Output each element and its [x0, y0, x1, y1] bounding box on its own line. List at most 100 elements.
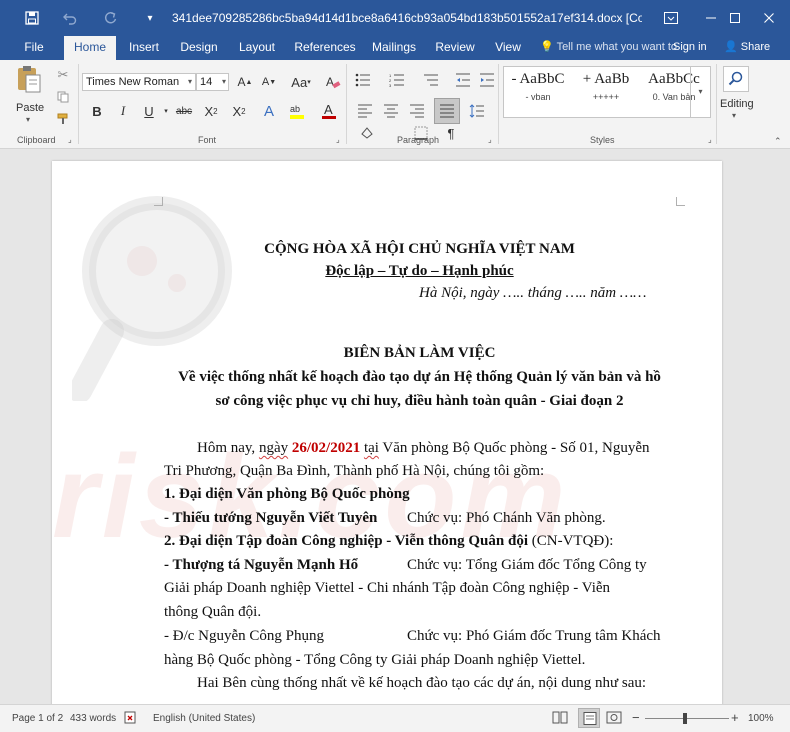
- tell-me-box[interactable]: 💡 Tell me what you want to: [540, 36, 677, 60]
- zoom-in-icon[interactable]: +: [731, 710, 739, 725]
- editing-button[interactable]: Editing: [720, 98, 754, 110]
- bold-icon[interactable]: B: [86, 100, 108, 122]
- strikethrough-icon[interactable]: abc: [170, 100, 198, 122]
- zoom-out-icon[interactable]: −: [632, 710, 640, 725]
- maximize-icon[interactable]: [718, 0, 752, 36]
- title-bar: ▾ 341dee709285286bc5ba94d14d1bce8a6416cb…: [0, 0, 790, 36]
- document-page[interactable]: risk.com CỘNG HÒA XÃ HỘI CHỦ NGHĨA VIỆT …: [52, 161, 722, 704]
- tab-home[interactable]: Home: [64, 36, 116, 60]
- doc-rep2-role: Chức vụ: Tổng Giám đốc Tổng Công ty: [407, 557, 647, 573]
- section-2-tail: (CN-VTQĐ):: [528, 533, 614, 549]
- clear-formatting-icon[interactable]: A: [322, 71, 344, 93]
- justify-icon[interactable]: [434, 98, 460, 124]
- doc-subtitle-line2: sơ công việc phục vụ chỉ huy, điều hành …: [215, 393, 624, 409]
- print-layout-icon[interactable]: [578, 708, 600, 728]
- align-right-icon[interactable]: [406, 100, 428, 122]
- sign-in-link[interactable]: Sign in: [673, 36, 707, 60]
- language-status[interactable]: English (United States): [153, 713, 255, 724]
- chevron-down-icon: ▾: [187, 77, 192, 86]
- read-mode-icon[interactable]: [552, 711, 568, 727]
- styles-more-icon[interactable]: ▾: [690, 66, 710, 118]
- grow-font-icon[interactable]: A ▲: [234, 71, 256, 93]
- font-size-select[interactable]: 14 ▾: [196, 73, 229, 91]
- bullets-icon[interactable]: [352, 69, 374, 91]
- align-left-icon[interactable]: [354, 100, 376, 122]
- styles-launcher-icon[interactable]: ⌟: [708, 135, 712, 144]
- cut-icon[interactable]: ✂: [52, 64, 74, 86]
- zoom-slider-thumb[interactable]: [683, 713, 687, 724]
- style-item[interactable]: - AaBbC - vban: [506, 71, 570, 102]
- doc-paragraph-agreement: Hai Bên cùng thống nhất về kế hoạch đào …: [197, 675, 647, 691]
- tab-review[interactable]: Review: [434, 36, 476, 60]
- multilevel-list-icon[interactable]: [420, 69, 442, 91]
- save-icon[interactable]: [18, 0, 46, 36]
- highlight-icon[interactable]: ab: [286, 100, 308, 122]
- tab-file[interactable]: File: [14, 36, 54, 60]
- text-effects-icon[interactable]: A: [258, 100, 280, 122]
- style-item[interactable]: + AaBb +++++: [574, 71, 638, 102]
- doc-header-line1: CỘNG HÒA XÃ HỘI CHỦ NGHĨA VIỆT NAM: [264, 241, 575, 257]
- redo-icon[interactable]: [96, 0, 124, 36]
- doc-place-date: Hà Nội, ngày ….. tháng ….. năm ……: [419, 285, 647, 301]
- font-group-label: Font: [198, 135, 217, 145]
- customize-qat-icon[interactable]: ▾: [136, 0, 164, 36]
- chevron-down-icon: ▾: [221, 77, 226, 86]
- svg-text:A: A: [324, 102, 333, 117]
- proofing-icon[interactable]: [124, 711, 138, 727]
- superscript-icon[interactable]: X2: [228, 100, 250, 122]
- font-launcher-icon[interactable]: ⌟: [336, 135, 340, 144]
- change-case-icon[interactable]: Aa ▾: [288, 71, 314, 93]
- zoom-slider-track[interactable]: [645, 718, 729, 719]
- tab-insert[interactable]: Insert: [122, 36, 166, 60]
- tab-mailings[interactable]: Mailings: [368, 36, 420, 60]
- ribbon-tabs: File Home Insert Design Layout Reference…: [0, 36, 790, 60]
- status-bar: Page 1 of 2 433 words English (United St…: [0, 704, 790, 732]
- paragraph-launcher-icon[interactable]: ⌟: [488, 135, 492, 144]
- shrink-font-icon[interactable]: A ▼: [258, 71, 280, 93]
- intro-text: ngày: [258, 440, 289, 456]
- svg-text:ab: ab: [290, 104, 300, 114]
- line-spacing-icon[interactable]: [466, 100, 488, 122]
- font-size-value: 14: [200, 76, 213, 88]
- increase-indent-icon[interactable]: [476, 69, 498, 91]
- doc-rep3-role: Chức vụ: Phó Giám đốc Trung tâm Khách: [407, 628, 661, 644]
- page-count[interactable]: Page 1 of 2: [12, 713, 63, 724]
- doc-rep1-role: Chức vụ: Phó Chánh Văn phòng.: [407, 510, 606, 526]
- tab-references[interactable]: References: [294, 36, 356, 60]
- italic-icon[interactable]: I: [112, 100, 134, 122]
- align-center-icon[interactable]: [380, 100, 402, 122]
- undo-icon[interactable]: [56, 0, 84, 36]
- subscript-icon[interactable]: X2: [200, 100, 222, 122]
- style-prefix: -: [511, 71, 517, 87]
- tab-layout[interactable]: Layout: [234, 36, 280, 60]
- paste-dropdown-icon[interactable]: ▾: [26, 115, 30, 124]
- ribbon-separator: [498, 64, 499, 144]
- tab-view[interactable]: View: [490, 36, 526, 60]
- word-count[interactable]: 433 words: [70, 713, 116, 724]
- search-icon[interactable]: [723, 66, 749, 92]
- doc-rep2-line3: thông Quân đội.: [164, 604, 262, 620]
- font-color-icon[interactable]: A: [318, 100, 340, 122]
- share-button[interactable]: 👤 Share: [724, 36, 770, 60]
- paste-button[interactable]: Paste: [16, 102, 44, 114]
- shading-icon[interactable]: [356, 122, 378, 144]
- tab-design[interactable]: Design: [176, 36, 222, 60]
- paste-icon[interactable]: [16, 64, 44, 94]
- numbering-icon[interactable]: 123: [386, 69, 408, 91]
- font-family-select[interactable]: Times New Roman ▾: [82, 73, 196, 91]
- section-2-title: 2. Đại diện Tập đoàn Công nghiệp - Viễn …: [164, 533, 529, 549]
- decrease-indent-icon[interactable]: [452, 69, 474, 91]
- copy-icon[interactable]: [52, 86, 74, 108]
- collapse-ribbon-icon[interactable]: ⌃: [774, 136, 782, 147]
- close-icon[interactable]: [752, 0, 786, 36]
- intro-text: Văn phòng Bộ Quốc phòng - Số 01, Nguyễn: [378, 440, 650, 456]
- show-formatting-icon[interactable]: ¶: [440, 122, 462, 144]
- doc-title: BIÊN BẢN LÀM VIỆC: [343, 345, 496, 361]
- zoom-level[interactable]: 100%: [748, 713, 774, 724]
- ribbon-separator: [346, 64, 347, 144]
- editing-dropdown-icon[interactable]: ▾: [732, 111, 736, 120]
- ribbon-display-icon[interactable]: [654, 0, 688, 36]
- clipboard-launcher-icon[interactable]: ⌟: [68, 135, 72, 144]
- format-painter-icon[interactable]: [52, 108, 74, 130]
- web-layout-icon[interactable]: [606, 711, 622, 727]
